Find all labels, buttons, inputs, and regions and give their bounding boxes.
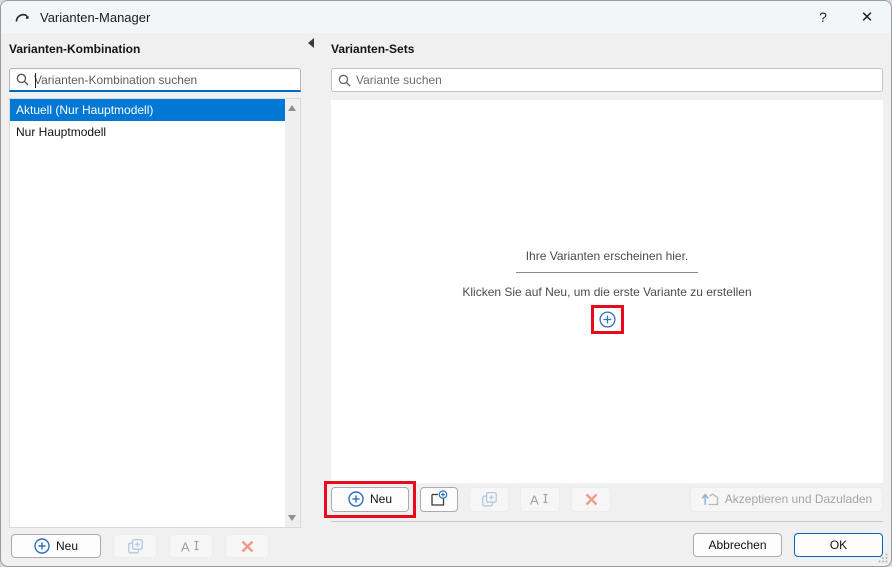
dialog-body: Varianten-Kombination Aktuell (Nur Haupt… xyxy=(1,33,891,566)
footer-separator xyxy=(331,521,883,522)
duplicate-icon xyxy=(481,491,497,506)
collapse-panel-icon[interactable] xyxy=(308,38,314,48)
close-button[interactable]: ✕ xyxy=(845,1,889,33)
variant-toolbar: Neu A Akzeptieren und Dazuladen xyxy=(324,480,883,518)
text-caret xyxy=(35,73,36,88)
list-item[interactable]: Nur Hauptmodell xyxy=(10,121,285,143)
left-panel-title: Varianten-Kombination xyxy=(9,42,141,56)
arc-icon xyxy=(15,13,29,22)
right-panel-title: Varianten-Sets xyxy=(331,42,415,56)
accept-and-load-button[interactable]: Akzeptieren und Dazuladen xyxy=(690,486,883,512)
varianten-manager-dialog: Varianten-Manager ? ✕ Varianten-Kombinat… xyxy=(0,0,892,567)
empty-state-heading: Ihre Varianten erscheinen hier. xyxy=(515,249,699,273)
help-button[interactable]: ? xyxy=(801,1,845,33)
svg-text:A: A xyxy=(181,539,190,554)
panel-splitter[interactable] xyxy=(301,33,331,566)
delete-x-icon xyxy=(241,540,253,552)
empty-state-hint: Klicken Sie auf Neu, um die erste Varian… xyxy=(462,285,752,299)
list-item[interactable]: Aktuell (Nur Hauptmodell) xyxy=(10,99,285,121)
new-variant-annotation xyxy=(590,305,624,334)
new-variant-button[interactable]: Neu xyxy=(331,486,409,512)
search-icon xyxy=(338,74,351,86)
ok-button[interactable]: OK xyxy=(794,533,883,557)
variant-search-input[interactable] xyxy=(356,73,876,87)
new-folder-icon xyxy=(430,490,447,506)
rename-combination-button[interactable]: A xyxy=(169,534,213,558)
new-variant-button-wrap: Neu xyxy=(324,480,416,518)
title-bar: Varianten-Manager ? ✕ xyxy=(1,1,891,33)
duplicate-variant-button[interactable] xyxy=(469,486,509,512)
variant-search-box[interactable] xyxy=(331,68,883,92)
cancel-button[interactable]: Abbrechen xyxy=(693,533,782,557)
duplicate-icon xyxy=(127,538,143,553)
scroll-down-icon[interactable] xyxy=(288,515,296,521)
new-variant-plus-icon[interactable] xyxy=(598,311,616,328)
new-button-label: Neu xyxy=(55,539,78,553)
search-icon xyxy=(16,73,29,86)
combination-list-items: Aktuell (Nur Hauptmodell) Nur Hauptmodel… xyxy=(10,99,285,143)
circled-plus-icon xyxy=(34,538,50,554)
scrollbar[interactable] xyxy=(285,99,300,527)
upload-house-icon xyxy=(701,493,718,506)
rename-icon: A xyxy=(181,539,199,554)
new-combination-button[interactable]: Neu xyxy=(11,534,101,558)
combination-search-input[interactable] xyxy=(34,72,294,87)
window-title: Varianten-Manager xyxy=(40,9,151,25)
rename-variant-button[interactable]: A xyxy=(520,486,560,512)
delete-variant-button[interactable] xyxy=(571,486,611,512)
new-button-label: Neu xyxy=(369,492,392,506)
rename-icon: A xyxy=(530,492,548,507)
resize-grip[interactable] xyxy=(878,553,888,563)
svg-text:A: A xyxy=(530,492,539,507)
delete-x-icon xyxy=(585,493,597,505)
variant-combination-panel: Varianten-Kombination Aktuell (Nur Haupt… xyxy=(1,33,301,566)
delete-combination-button[interactable] xyxy=(225,534,269,558)
accept-button-label: Akzeptieren und Dazuladen xyxy=(724,492,873,506)
combination-toolbar: Neu A xyxy=(9,534,301,558)
new-variant-set-button[interactable] xyxy=(420,486,458,512)
duplicate-combination-button[interactable] xyxy=(113,534,157,558)
dialog-footer: Abbrechen OK xyxy=(331,533,883,557)
scroll-up-icon[interactable] xyxy=(288,105,296,111)
combination-list: Aktuell (Nur Hauptmodell) Nur Hauptmodel… xyxy=(9,98,301,528)
variant-sets-panel: Varianten-Sets Ihre Varianten erscheinen… xyxy=(324,33,891,566)
combination-search-box[interactable] xyxy=(9,68,301,92)
circled-plus-icon xyxy=(348,491,364,507)
variant-list-empty: Ihre Varianten erscheinen hier. Klicken … xyxy=(331,100,883,483)
